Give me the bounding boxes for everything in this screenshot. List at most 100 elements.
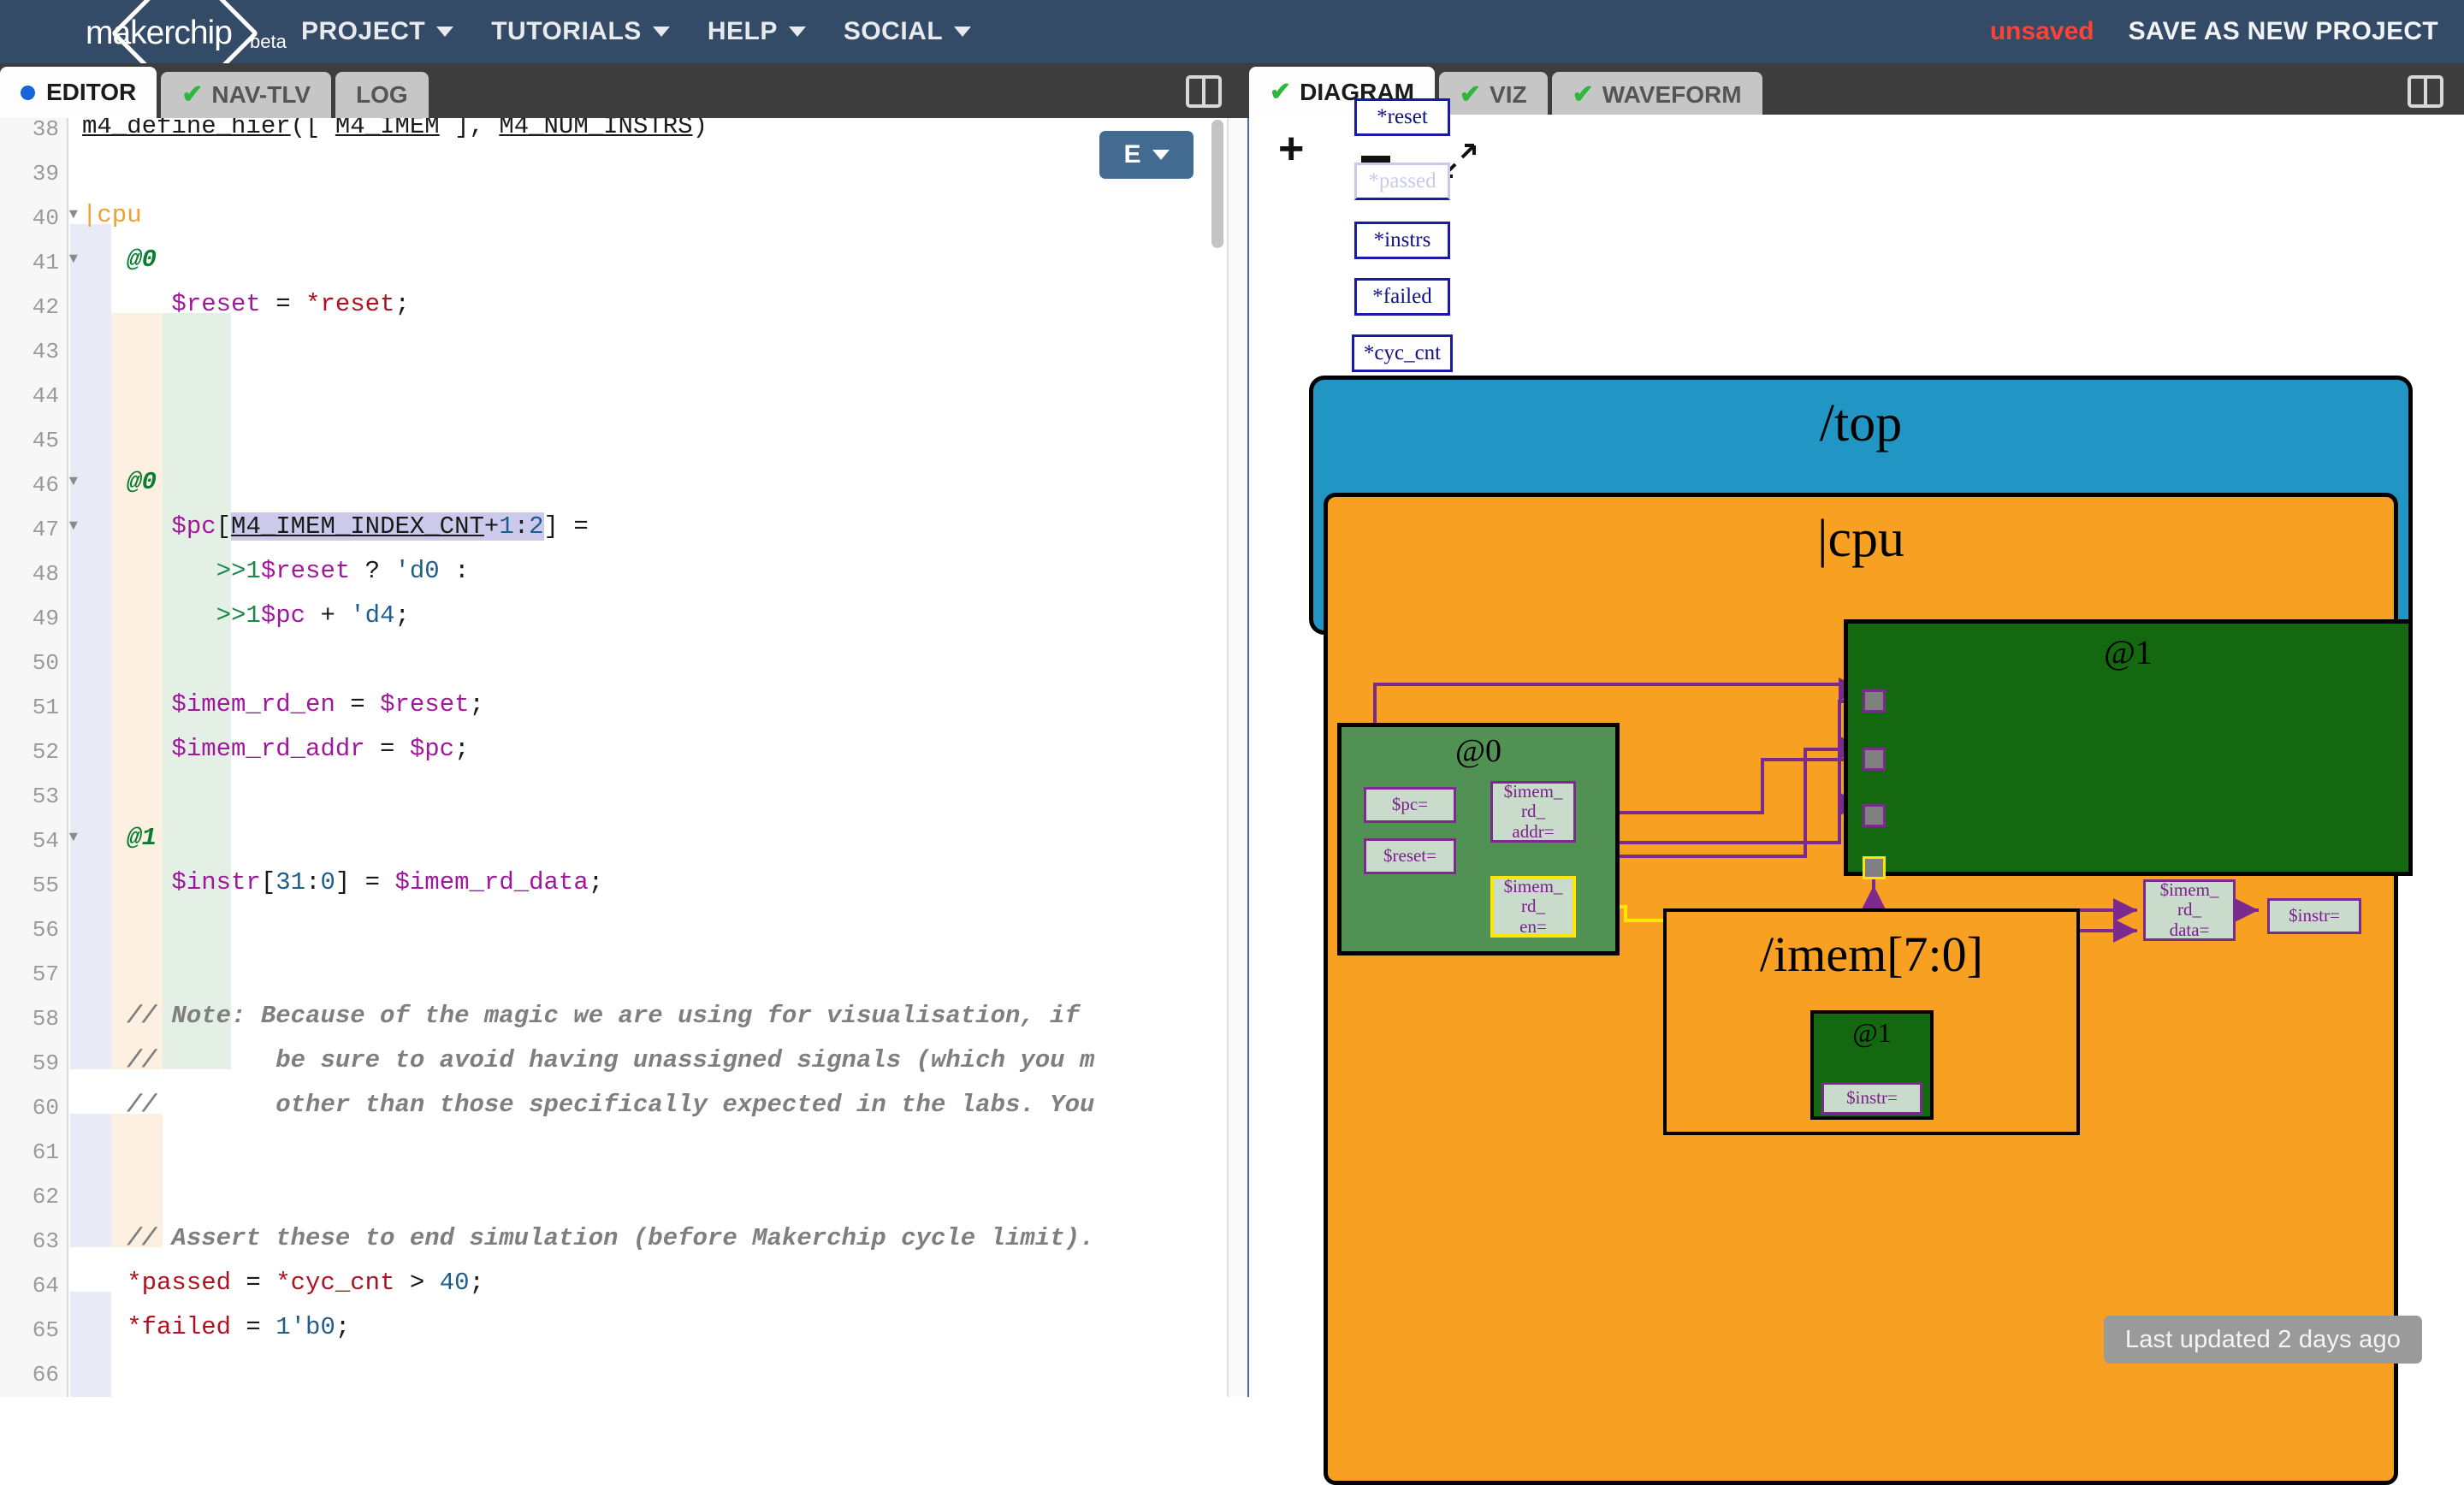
signal-node-label: $imem_ rd_ data= <box>2159 879 2219 940</box>
tab-label: EDITOR <box>46 79 137 105</box>
code-line[interactable]: @0 <box>82 462 157 503</box>
signal-node-label: $instr= <box>2289 905 2340 926</box>
signal-node-instr-imem[interactable]: $instr= <box>1821 1082 1922 1115</box>
code-token: [ <box>216 512 232 541</box>
code-line[interactable]: // Assert these to end simulation (befor… <box>82 1218 1094 1259</box>
fold-toggle-icon[interactable]: ▼ <box>69 207 78 223</box>
editor-scrollbar[interactable] <box>1211 120 1223 248</box>
fold-toggle-icon[interactable]: ▼ <box>69 830 78 846</box>
tab-log[interactable]: LOG <box>335 72 429 118</box>
logo-text: makerchip <box>86 15 233 51</box>
code-line[interactable]: @0 <box>82 240 157 281</box>
tab-label: NAV-TLV <box>211 81 311 108</box>
diagram-port-3[interactable] <box>1863 804 1886 827</box>
signal-box-passed[interactable]: *passed <box>1354 163 1450 200</box>
fold-toggle-icon[interactable]: ▼ <box>69 251 78 268</box>
code-token: = <box>335 690 381 719</box>
signal-node-pc[interactable]: $pc= <box>1364 787 1456 823</box>
code-token: ; <box>394 601 410 630</box>
code-token: ; <box>469 1269 484 1297</box>
split-pane-icon[interactable] <box>2408 75 2443 108</box>
fold-toggle-icon[interactable]: ▼ <box>69 474 78 490</box>
code-line[interactable]: $reset = *reset; <box>82 284 409 325</box>
diagram-port-4[interactable] <box>1863 856 1886 879</box>
signal-node-label: $reset= <box>1383 845 1436 867</box>
code-token: + <box>483 512 500 541</box>
plus-icon[interactable]: + <box>1278 127 1304 171</box>
code-line[interactable]: $instr[31:0] = $imem_rd_data; <box>82 862 603 903</box>
hierarchy-label-top: /top <box>1819 394 1903 453</box>
line-number: 58 <box>32 1006 59 1032</box>
diagram-port-1[interactable] <box>1863 689 1886 713</box>
split-pane-icon[interactable] <box>1186 75 1222 108</box>
tab-editor[interactable]: EDITOR <box>0 67 157 118</box>
makerchip-logo[interactable]: makerchip beta <box>0 0 287 108</box>
signal-box-failed[interactable]: *failed <box>1354 278 1450 316</box>
nav-item-help[interactable]: HELP <box>689 17 825 46</box>
signal-box-reset[interactable]: *reset <box>1354 98 1450 136</box>
signal-box-label: *reset <box>1377 105 1428 128</box>
code-editor-pane[interactable]: 38 39 40 ▼ 41 ▼ 42 43 44 45 46 ▼ 47 ▼ 48 49 50 51 52 53 54 ▼ 5… <box>0 118 1227 1397</box>
logo-beta-badge: beta <box>250 31 287 52</box>
tab-viz[interactable]: ✔ VIZ <box>1438 72 1548 118</box>
code-token: [ <box>260 868 276 896</box>
code-line[interactable]: $pc[M4_IMEM_INDEX_CNT+1:2] = <box>82 506 589 547</box>
hierarchy-label-imem: /imem[7:0] <box>1760 926 1983 982</box>
code-token: >>1 <box>82 557 261 585</box>
line-number: 63 <box>32 1228 59 1254</box>
code-token: 1'b0 <box>275 1313 335 1341</box>
signal-box-label: *instrs <box>1373 228 1431 251</box>
code-token: $imem_rd_data <box>394 868 589 896</box>
line-number: 53 <box>32 784 59 809</box>
code-line[interactable]: // be sure to avoid having unassigned si… <box>82 1040 1094 1081</box>
code-line[interactable]: *failed = 1'b0; <box>82 1307 350 1348</box>
code-line[interactable]: >>1$pc + 'd4; <box>82 595 410 636</box>
pane-divider[interactable] <box>1227 118 1249 1397</box>
signal-node-imem-rd-en[interactable]: $imem_ rd_ en= <box>1490 876 1576 938</box>
tab-nav-tlv[interactable]: ✔ NAV-TLV <box>161 72 332 118</box>
code-line[interactable]: // Note: Because of the magic we are usi… <box>82 996 1080 1037</box>
signal-node-reset[interactable]: $reset= <box>1364 838 1456 874</box>
line-number: 61 <box>32 1139 59 1165</box>
signal-box-instrs[interactable]: *instrs <box>1354 222 1450 259</box>
active-indicator-icon <box>21 85 35 100</box>
code-line[interactable]: >>1$reset ? 'd0 : <box>82 551 470 592</box>
code-line[interactable]: @1 <box>82 818 157 859</box>
scope-stripe-indent <box>70 224 111 1069</box>
editor-mode-label: E <box>1123 140 1141 169</box>
code-token: : <box>305 868 321 896</box>
signal-box-cyc_cnt[interactable]: *cyc_cnt <box>1352 334 1453 372</box>
editor-mode-dropdown[interactable]: E <box>1099 131 1194 179</box>
save-as-new-project-button[interactable]: SAVE AS NEW PROJECT <box>2129 17 2438 46</box>
tab-waveform[interactable]: ✔ WAVEFORM <box>1551 72 1762 118</box>
code-token: ] = <box>543 512 589 541</box>
code-line[interactable]: $imem_rd_en = $reset; <box>82 684 484 725</box>
diagram-port-2[interactable] <box>1863 748 1886 771</box>
code-line[interactable]: m4_define_hier([ M4_IMEM ], M4_NUM_INSTR… <box>82 118 708 147</box>
code-line[interactable]: $imem_rd_addr = $pc; <box>82 729 469 770</box>
nav-item-social-label: SOCIAL <box>843 17 944 45</box>
pipeline-stage-at1[interactable]: @1 <box>1844 619 2413 876</box>
code-token: @0 <box>82 468 157 496</box>
line-number: 41 ▼ <box>32 250 78 275</box>
fold-toggle-icon[interactable]: ▼ <box>69 518 78 535</box>
line-number: 49 <box>32 606 59 631</box>
signal-node-imem-rd-addr[interactable]: $imem_ rd_ addr= <box>1490 781 1576 843</box>
code-token: ; <box>335 1313 351 1341</box>
line-number: 62 <box>32 1184 59 1210</box>
code-line[interactable]: |cpu <box>82 195 142 236</box>
signal-box-label: *passed <box>1368 169 1436 192</box>
code-line[interactable]: *passed = *cyc_cnt > 40; <box>82 1263 484 1304</box>
nav-item-project[interactable]: PROJECT <box>282 17 472 46</box>
line-number: 59 <box>32 1050 59 1076</box>
line-number: 65 <box>32 1317 59 1343</box>
signal-node-imem-rd-data[interactable]: $imem_ rd_ data= <box>2143 879 2236 941</box>
code-line[interactable]: // other than those specifically expecte… <box>82 1085 1094 1126</box>
code-token: = <box>231 1313 276 1341</box>
line-number: 51 <box>32 695 59 720</box>
code-token: M4_IMEM_INDEX_CNT <box>231 512 484 541</box>
signal-node-instr-at1[interactable]: $instr= <box>2267 898 2361 934</box>
line-number: 56 <box>32 917 59 943</box>
nav-item-tutorials[interactable]: TUTORIALS <box>472 17 689 46</box>
nav-item-social[interactable]: SOCIAL <box>825 17 990 46</box>
